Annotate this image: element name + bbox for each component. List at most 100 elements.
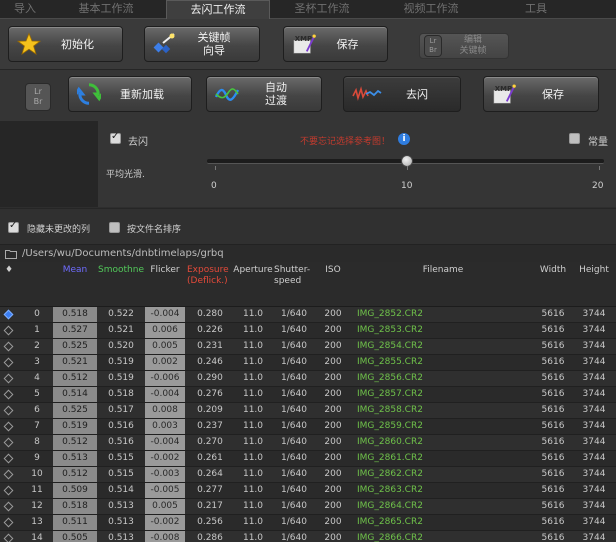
table-row[interactable]: 8 0.512 0.516 -0.004 0.270 11.0 1/640 20… — [0, 435, 616, 451]
table-row[interactable]: 7 0.519 0.516 0.003 0.237 11.0 1/640 200… — [0, 419, 616, 435]
edit-keyframe-line1: 编辑 — [463, 35, 482, 45]
table-row[interactable]: 0 0.518 0.522 -0.004 0.280 11.0 1/640 20… — [0, 307, 616, 323]
row-index: 8 — [34, 437, 40, 447]
filename-cell: IMG_2852.CR2 — [357, 309, 423, 319]
slider-tick-max — [599, 166, 600, 170]
keyframe-marker[interactable] — [3, 421, 14, 432]
keyframe-marker[interactable] — [3, 533, 14, 542]
folder-path-bar: /Users/wu/Documents/dnbtimelaps/grbq — [0, 244, 616, 263]
smooth-cell: 0.513 — [108, 501, 134, 511]
column-header-mean[interactable]: Mean — [53, 262, 97, 306]
tab-video-workflow[interactable]: 视频工作流 — [376, 0, 486, 18]
keyframe-marker[interactable] — [3, 469, 14, 480]
keyframe-marker[interactable] — [3, 517, 14, 528]
initialize-button[interactable]: 初始化 — [8, 26, 123, 62]
table-row[interactable]: 5 0.514 0.518 -0.004 0.276 11.0 1/640 20… — [0, 387, 616, 403]
edit-keyframe-button[interactable]: Lr Br 编辑 关键帧 — [419, 33, 509, 59]
column-header-marker[interactable]: ♦ — [0, 262, 18, 306]
smooth-cell: 0.519 — [108, 373, 134, 383]
keyframe-marker[interactable] — [3, 485, 14, 496]
iso-cell: 200 — [324, 533, 342, 542]
keyframe-marker[interactable] — [3, 501, 14, 512]
folder-icon[interactable] — [5, 249, 17, 262]
height-cell: 3744 — [582, 341, 606, 351]
width-cell: 5616 — [541, 341, 565, 351]
height-cell: 3744 — [582, 309, 606, 319]
shutter-cell: 1/640 — [281, 373, 307, 383]
keyframe-marker[interactable] — [3, 453, 14, 464]
aperture-cell: 11.0 — [242, 517, 264, 527]
column-header-smoothness[interactable]: Smoothne — [97, 262, 145, 306]
constant-checkbox[interactable] — [569, 133, 580, 144]
deflicker-button[interactable]: 去闪 — [343, 76, 461, 112]
keyframe-marker[interactable] — [3, 373, 14, 384]
table-row[interactable]: 10 0.512 0.515 -0.003 0.264 11.0 1/640 2… — [0, 467, 616, 483]
exposure-cell: 0.264 — [197, 469, 223, 479]
table-row[interactable]: 14 0.505 0.513 -0.008 0.286 11.0 1/640 2… — [0, 531, 616, 542]
lightroom-bridge-icon[interactable]: Lr Br — [25, 83, 51, 111]
smooth-cell: 0.520 — [108, 341, 134, 351]
info-icon[interactable]: i — [398, 133, 410, 145]
flicker-cell: -0.008 — [145, 531, 185, 542]
iso-cell: 200 — [324, 421, 342, 431]
hide-unchanged-label: 隐藏未更改的列 — [27, 225, 91, 235]
aperture-cell: 11.0 — [242, 357, 264, 367]
table-row[interactable]: 11 0.509 0.514 -0.005 0.277 11.0 1/640 2… — [0, 483, 616, 499]
keyframe-marker[interactable] — [3, 357, 14, 368]
column-header-iso[interactable]: ISO — [318, 262, 348, 306]
table-row[interactable]: 13 0.511 0.513 -0.002 0.256 11.0 1/640 2… — [0, 515, 616, 531]
column-header-index[interactable] — [22, 262, 52, 306]
deflicker-checkbox[interactable] — [110, 131, 121, 144]
flicker-cell: -0.004 — [145, 307, 185, 322]
deflicker-label: 去闪 — [406, 87, 428, 101]
xmp-icon: XMP — [292, 32, 316, 56]
iso-cell: 200 — [324, 389, 342, 399]
table-row[interactable]: 3 0.521 0.519 0.002 0.246 11.0 1/640 200… — [0, 355, 616, 371]
row-index: 12 — [31, 501, 43, 511]
tab-holy-grail-workflow[interactable]: 圣杯工作流 — [270, 0, 374, 18]
table-row[interactable]: 12 0.518 0.513 0.005 0.217 11.0 1/640 20… — [0, 499, 616, 515]
keyframe-wizard-button[interactable]: 关键帧 向导 — [144, 26, 260, 62]
mean-cell: 0.511 — [53, 515, 97, 530]
column-header-height[interactable]: Height — [574, 262, 614, 306]
table-row[interactable]: 1 0.527 0.521 0.006 0.226 11.0 1/640 200… — [0, 323, 616, 339]
table-row[interactable]: 9 0.513 0.515 -0.002 0.261 11.0 1/640 20… — [0, 451, 616, 467]
tab-import[interactable]: 导入 — [0, 0, 50, 18]
shutter-cell: 1/640 — [281, 485, 307, 495]
slider-tick-min — [215, 166, 216, 170]
table-row[interactable]: 6 0.525 0.517 0.008 0.209 11.0 1/640 200… — [0, 403, 616, 419]
keyframe-marker[interactable] — [3, 437, 14, 448]
table-row[interactable]: 2 0.525 0.520 0.005 0.231 11.0 1/640 200… — [0, 339, 616, 355]
column-header-exposure[interactable]: Exposure (Deflick.) — [187, 262, 233, 306]
tab-tools[interactable]: 工具 — [488, 0, 584, 18]
selected-keyframe-marker[interactable] — [3, 309, 14, 320]
keyframe-marker[interactable] — [3, 341, 14, 352]
smooth-cell: 0.515 — [108, 453, 134, 463]
column-header-filename[interactable]: Filename — [354, 262, 532, 306]
iso-cell: 200 — [324, 501, 342, 511]
save-button-top[interactable]: XMP 保存 — [283, 26, 388, 62]
toolbar-row-2: Lr Br 重新加载 自动 过渡 去闪 XMP 保存 — [0, 69, 616, 122]
column-header-flicker[interactable]: Flicker — [145, 262, 185, 306]
tab-deflicker-workflow[interactable]: 去闪工作流 — [166, 0, 270, 20]
tab-basic-workflow[interactable]: 基本工作流 — [52, 0, 160, 18]
auto-transition-button[interactable]: 自动 过渡 — [206, 76, 322, 112]
table-row[interactable]: 4 0.512 0.519 -0.006 0.290 11.0 1/640 20… — [0, 371, 616, 387]
height-cell: 3744 — [582, 453, 606, 463]
keyframe-marker[interactable] — [3, 325, 14, 336]
exposure-cell: 0.286 — [197, 533, 223, 542]
flicker-cell: 0.005 — [145, 339, 185, 354]
column-header-aperture[interactable]: Aperture — [233, 262, 273, 306]
column-header-width[interactable]: Width — [533, 262, 573, 306]
sort-by-filename-checkbox[interactable] — [109, 222, 120, 233]
aperture-cell: 11.0 — [242, 453, 264, 463]
keyframe-marker[interactable] — [3, 389, 14, 400]
image-sequence-table: 0 0.518 0.522 -0.004 0.280 11.0 1/640 20… — [0, 307, 616, 542]
hide-unchanged-checkbox[interactable] — [8, 220, 19, 233]
reload-button[interactable]: 重新加载 — [68, 76, 192, 112]
save-button-bottom[interactable]: XMP 保存 — [483, 76, 599, 112]
flicker-cell: 0.008 — [145, 403, 185, 418]
left-preview-panel — [0, 121, 98, 207]
column-header-shutter[interactable]: Shutter- speed — [274, 262, 314, 306]
keyframe-marker[interactable] — [3, 405, 14, 416]
